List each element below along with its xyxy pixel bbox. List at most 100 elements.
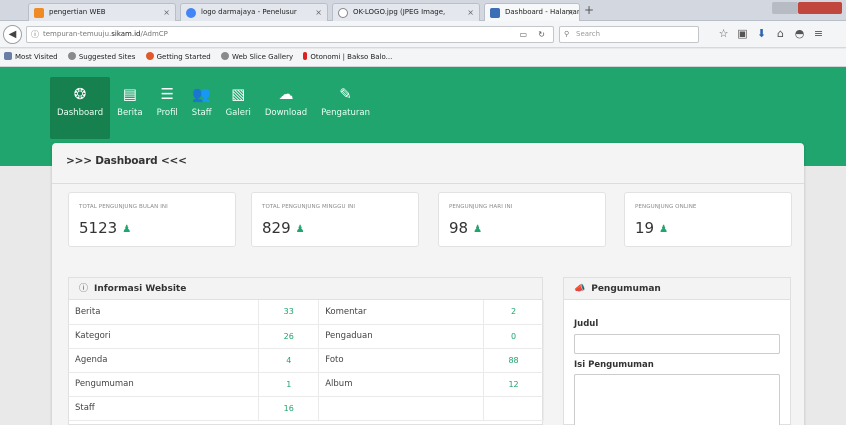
info-value	[483, 396, 544, 421]
bookmark-most-visited[interactable]: Most Visited	[4, 52, 58, 61]
clipboard-icon[interactable]: ▣	[733, 27, 752, 40]
new-tab-icon[interactable]: +	[584, 2, 594, 18]
reader-view-icon[interactable]: ▭	[519, 27, 527, 42]
search-input[interactable]: ⚲ Search	[559, 26, 699, 43]
stat-number: 829	[262, 219, 291, 237]
user-icon: ♟	[473, 224, 483, 235]
tab-close-icon[interactable]: ×	[567, 4, 574, 21]
firefox-icon	[145, 52, 154, 60]
tab-close-icon[interactable]: ×	[467, 4, 474, 21]
menu-item-label: Staff	[191, 108, 212, 118]
main-menu: ❂ Dashboard ▤ Berita ☰ Profil 👥 Staff ▧ …	[50, 77, 377, 139]
browser-nav-bar: ◀ ⓘ tempuran-temuuju.sikam.id/AdmCP ▭ ↻ …	[0, 21, 846, 48]
user-icon: ♟	[122, 224, 132, 235]
info-value[interactable]: 4	[258, 348, 320, 373]
menu-item-pengaturan[interactable]: ✎ Pengaturan	[314, 77, 377, 139]
menu-item-profil[interactable]: ☰ Profil	[150, 77, 185, 139]
info-value[interactable]: 33	[258, 300, 320, 325]
info-value[interactable]: 16	[258, 396, 320, 421]
stat-caption: PENGUNJUNG HARI INI	[449, 204, 513, 210]
bookmark-label: Most Visited	[15, 53, 58, 61]
announcement-header: 📣 Pengumuman	[564, 278, 790, 300]
download-icon[interactable]: ⬇	[752, 27, 771, 40]
stat-caption: TOTAL PENGUNJUNG MINGGU INI	[262, 204, 356, 210]
stat-number: 98	[449, 219, 469, 237]
menu-item-galeri[interactable]: ▧ Galeri	[219, 77, 258, 139]
table-row: Kategori 26 Pengaduan 0	[69, 324, 544, 349]
browser-tab-1[interactable]: pengertian WEB ×	[28, 3, 176, 21]
menu-item-dashboard[interactable]: ❂ Dashboard	[50, 77, 111, 139]
close-window-icon[interactable]	[798, 2, 842, 14]
info-label: Agenda	[69, 348, 260, 373]
browser-tab-label: pengertian WEB	[49, 8, 106, 16]
menu-item-berita[interactable]: ▤ Berita	[110, 77, 149, 139]
url-bar[interactable]: ⓘ tempuran-temuuju.sikam.id/AdmCP ▭ ↻	[26, 26, 554, 43]
browser-tab-4[interactable]: Dashboard - Halaman Admi ×	[484, 3, 580, 21]
wrench-icon: ✎	[339, 85, 352, 103]
bookmark-web-slice[interactable]: Web Slice Gallery	[220, 52, 293, 61]
bookmark-otonomi[interactable]: Otonomi | Bakso Balo...	[303, 52, 393, 61]
tab-close-icon[interactable]: ×	[315, 4, 322, 21]
bookmark-suggested-sites[interactable]: Suggested Sites	[67, 52, 135, 61]
info-value[interactable]: 0	[483, 324, 544, 349]
stat-value: 19 ♟	[635, 219, 668, 237]
hamburger-menu-icon[interactable]: ≡	[809, 27, 828, 40]
judul-label: Judul	[574, 319, 599, 329]
search-icon: ⚲	[564, 30, 570, 38]
search-placeholder: Search	[576, 30, 601, 38]
info-label: Kategori	[69, 324, 260, 349]
table-row: Agenda 4 Foto 88	[69, 348, 544, 373]
info-value[interactable]: 2	[483, 300, 544, 325]
judul-input[interactable]	[574, 334, 780, 354]
reload-icon[interactable]: ↻	[538, 27, 545, 42]
menu-item-label: Download	[264, 108, 308, 118]
bookmark-label: Otonomi | Bakso Balo...	[310, 53, 393, 61]
browser-tab-label: OK-LOGO.jpg (JPEG Image,	[353, 8, 446, 16]
menu-item-download[interactable]: ☁ Download	[258, 77, 314, 139]
info-icon[interactable]: ⓘ	[31, 27, 39, 42]
info-label: Staff	[69, 396, 260, 421]
stat-value: 829 ♟	[262, 219, 305, 237]
table-row: Staff 16	[69, 396, 544, 421]
info-value[interactable]: 26	[258, 324, 320, 349]
bookmark-folder-icon	[4, 52, 12, 60]
back-arrow-icon[interactable]: ◀	[3, 25, 22, 44]
menu-item-label: Profil	[156, 108, 178, 118]
info-label	[318, 396, 485, 421]
url-path: /AdmCP	[140, 30, 168, 38]
info-label: Komentar	[318, 300, 485, 325]
info-value[interactable]: 1	[258, 372, 320, 397]
list-icon: ☰	[160, 85, 174, 103]
bullhorn-icon: 📣	[574, 284, 586, 294]
info-circle-icon: ⓘ	[79, 284, 89, 294]
home-icon[interactable]: ⌂	[771, 27, 790, 40]
tab-favicon-icon	[490, 8, 500, 18]
stat-card-today: PENGUNJUNG HARI INI 98 ♟	[438, 192, 606, 247]
stat-number: 19	[635, 219, 655, 237]
globe-icon	[220, 52, 229, 60]
table-row: Pengumuman 1 Album 12	[69, 372, 544, 397]
info-label: Pengumuman	[69, 372, 260, 397]
bookmarks-bar: Most Visited Suggested Sites Getting Sta…	[0, 49, 846, 67]
browser-tab-2[interactable]: logo darmajaya - Penelusur ×	[180, 3, 328, 21]
browser-tab-3[interactable]: OK-LOGO.jpg (JPEG Image, ×	[332, 3, 480, 21]
info-label: Berita	[69, 300, 260, 325]
pocket-icon[interactable]: ◓	[790, 27, 809, 40]
menu-item-label: Berita	[117, 108, 143, 118]
otonomi-icon	[303, 52, 308, 60]
menu-item-staff[interactable]: 👥 Staff	[185, 77, 219, 139]
bookmark-getting-started[interactable]: Getting Started	[145, 52, 211, 61]
info-value[interactable]: 88	[483, 348, 544, 373]
url-host: sikam.id	[111, 30, 141, 38]
stat-value: 5123 ♟	[79, 219, 131, 237]
minimize-icon[interactable]	[772, 2, 798, 14]
tachometer-icon: ❂	[73, 85, 87, 103]
bookmark-star-icon[interactable]: ☆	[714, 27, 733, 40]
isi-pengumuman-textarea[interactable]	[574, 374, 780, 425]
browser-tab-label: logo darmajaya - Penelusur	[201, 8, 297, 16]
info-value[interactable]: 12	[483, 372, 544, 397]
stat-caption: TOTAL PENGUNJUNG BULAN INI	[79, 204, 168, 210]
toolbar-icons: ☆ ▣ ⬇ ⌂ ◓ ≡	[714, 27, 828, 40]
tab-close-icon[interactable]: ×	[163, 4, 170, 21]
bookmark-label: Getting Started	[156, 53, 211, 61]
